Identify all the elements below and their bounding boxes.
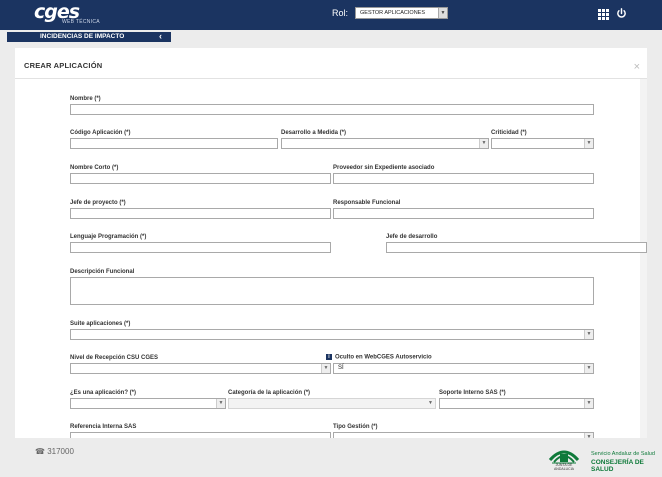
- phone-icon: ☎: [35, 447, 45, 456]
- nombre-label: Nombre (*): [70, 96, 101, 102]
- categoria-select[interactable]: ▼: [228, 398, 436, 409]
- info-icon[interactable]: i: [326, 354, 332, 360]
- nombre-corto-label: Nombre Corto (*): [70, 165, 119, 171]
- rol-select-value: GESTOR APLICACIONES: [360, 10, 426, 16]
- phone-number: ☎ 317000: [35, 447, 74, 456]
- responsable-label: Responsable Funcional: [333, 200, 401, 206]
- chevron-left-icon[interactable]: ‹: [159, 31, 162, 41]
- soporte-select[interactable]: ▼: [439, 398, 594, 409]
- crear-aplicacion-modal: CREAR APLICACIÓN × Nombre (*) Código Apl…: [15, 48, 647, 438]
- top-navbar: cges WEB TÉCNICA Rol: GESTOR APLICACIONE…: [0, 0, 662, 30]
- responsable-input[interactable]: [333, 208, 594, 219]
- categoria-label: Categoría de la aplicación (*): [228, 390, 311, 396]
- lenguaje-label: Lenguaje Programación (*): [70, 234, 147, 240]
- suite-select[interactable]: ▼: [70, 329, 594, 340]
- es-aplicacion-select[interactable]: ▼: [70, 398, 226, 409]
- suite-label: Suite aplicaciones (*): [70, 321, 131, 327]
- logo-subtitle: WEB TÉCNICA: [62, 19, 100, 25]
- nivel-label: Nivel de Recepción CSU CGES: [70, 355, 159, 361]
- power-icon[interactable]: [616, 8, 627, 19]
- chevron-down-icon: ▼: [584, 139, 593, 148]
- crear-aplicacion-form: Nombre (*) Código Aplicación (*) Desarro…: [15, 48, 647, 438]
- consejeria-label: CONSEJERÍA DE SALUD: [591, 459, 644, 473]
- criticidad-label: Criticidad (*): [491, 130, 527, 136]
- proveedor-input[interactable]: [333, 173, 594, 184]
- chevron-down-icon: ▼: [426, 399, 435, 408]
- codigo-input[interactable]: [70, 138, 278, 149]
- rol-label: Rol:: [332, 8, 349, 18]
- nivel-select[interactable]: ▼: [70, 363, 331, 374]
- jefe-desarrollo-input[interactable]: [386, 242, 647, 253]
- criticidad-select[interactable]: ▼: [491, 138, 594, 149]
- lenguaje-input[interactable]: [70, 242, 331, 253]
- proveedor-label: Proveedor sin Expediente asociado: [333, 165, 435, 171]
- desarrollo-select[interactable]: ▼: [281, 138, 489, 149]
- oculto-select[interactable]: SÍ ▼: [333, 363, 594, 374]
- oculto-label-wrap: i Oculto en WebCGES Autoservicio: [326, 354, 432, 361]
- referencia-label: Referencia Interna SAS: [70, 424, 137, 430]
- descripcion-label: Descripción Funcional: [70, 269, 135, 275]
- oculto-select-value: SÍ: [338, 365, 344, 371]
- desarrollo-label: Desarrollo a Medida (*): [281, 130, 347, 136]
- incidencias-label: INCIDENCIAS DE IMPACTO: [40, 33, 125, 40]
- sas-label: Servicio Andaluz de Salud: [591, 451, 655, 457]
- cges-logo[interactable]: cges WEB TÉCNICA: [34, 1, 104, 26]
- jefe-proyecto-input[interactable]: [70, 208, 331, 219]
- incidencias-impacto-bar[interactable]: INCIDENCIAS DE IMPACTO ‹: [7, 31, 171, 42]
- oculto-label: Oculto en WebCGES Autoservicio: [335, 354, 432, 361]
- nombre-input[interactable]: [70, 104, 594, 115]
- es-aplicacion-label: ¿Es una aplicación? (*): [70, 390, 137, 396]
- nombre-corto-input[interactable]: [70, 173, 331, 184]
- chevron-down-icon: ▼: [584, 330, 593, 339]
- soporte-label: Soporte Interno SAS (*): [439, 390, 506, 396]
- chevron-down-icon: ▼: [438, 8, 447, 18]
- descripcion-textarea[interactable]: [70, 277, 594, 305]
- footer: ☎ 317000 JUNTA DE ANDALUCIA Servicio And…: [0, 438, 662, 477]
- tipo-gestion-label: Tipo Gestión (*): [333, 424, 378, 430]
- apps-grid-icon[interactable]: [598, 9, 609, 20]
- chevron-down-icon: ▼: [584, 399, 593, 408]
- jefe-proyecto-label: Jefe de proyecto (*): [70, 200, 126, 206]
- chevron-down-icon: ▼: [584, 364, 593, 373]
- rol-select[interactable]: GESTOR APLICACIONES ▼: [355, 7, 448, 19]
- chevron-down-icon: ▼: [479, 139, 488, 148]
- chevron-down-icon: ▼: [321, 364, 330, 373]
- jefe-desarrollo-label: Jefe de desarrollo: [386, 234, 438, 240]
- chevron-down-icon: ▼: [216, 399, 225, 408]
- codigo-label: Código Aplicación (*): [70, 130, 131, 136]
- junta-label: JUNTA DE ANDALUCIA: [553, 463, 575, 471]
